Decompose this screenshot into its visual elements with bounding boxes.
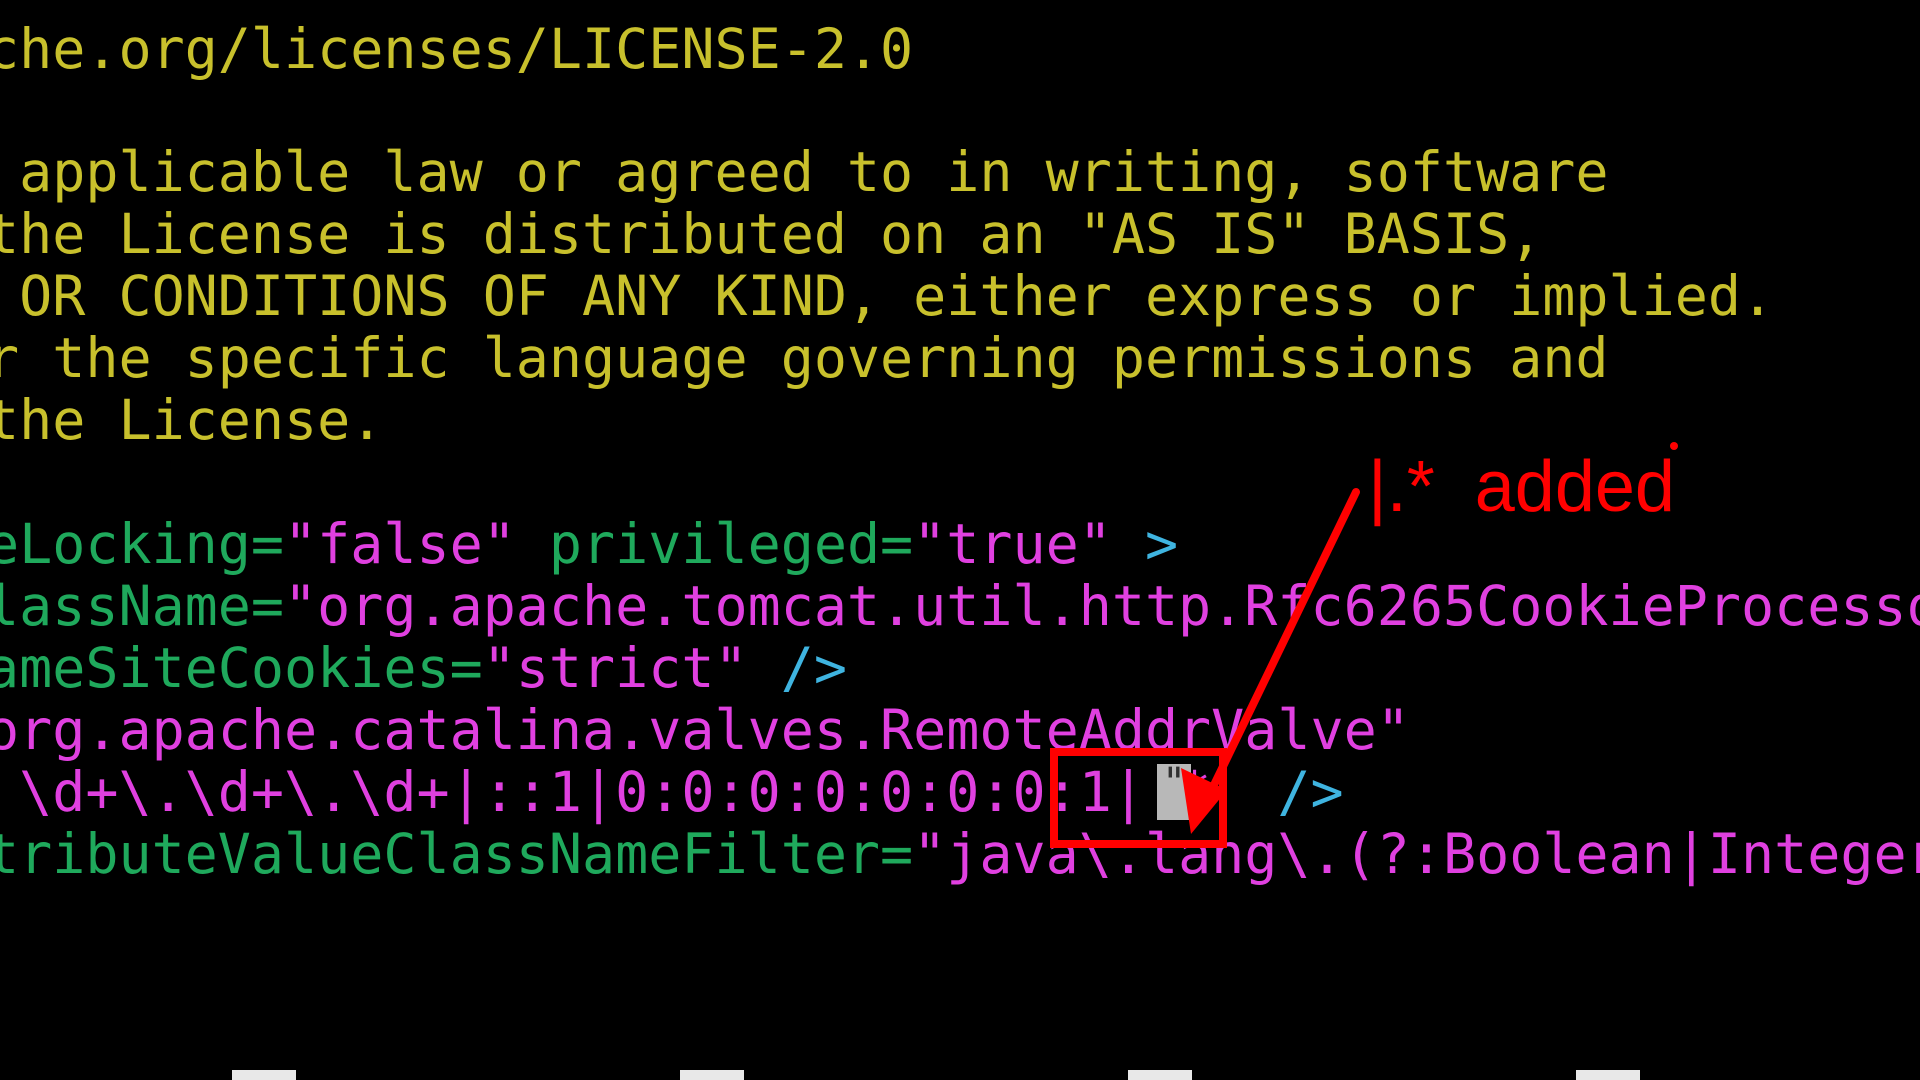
code-token-string: "true" xyxy=(913,512,1112,576)
code-token-tag: > xyxy=(1111,512,1179,576)
code-token-string xyxy=(1211,760,1277,824)
code-token-attribute: privileged= xyxy=(515,512,914,576)
taskbar-marker xyxy=(680,1070,744,1080)
code-token-attribute: tributeValueClassNameFilter= xyxy=(0,822,914,886)
annotation-dot xyxy=(1670,442,1678,450)
code-token-comment: che.org/licenses/LICENSE-2.0 xyxy=(0,17,914,81)
code-token-string: "strict" xyxy=(482,636,748,700)
code-token-comment: OR CONDITIONS OF ANY KIND, either expres… xyxy=(0,264,1775,328)
code-line: applicable law or agreed to in writing, … xyxy=(0,140,1609,204)
taskbar-marker xyxy=(1576,1070,1640,1080)
code-line: org.apache.catalina.valves.RemoteAddrVal… xyxy=(0,699,1410,761)
code-token-comment: applicable law or agreed to in writing, … xyxy=(0,140,1609,204)
taskbar-marker xyxy=(232,1070,296,1080)
code-token-string: "java\.lang\.(?:Boolean|Integer|L xyxy=(913,822,1920,886)
annotation-label: |.* added xyxy=(1368,447,1675,527)
code-token-comment: r the specific language governing permis… xyxy=(0,326,1609,390)
code-token-attribute: lassName= xyxy=(0,574,285,638)
code-token-string: org.apache.catalina.valves.RemoteAddrVal… xyxy=(0,698,1410,762)
code-token-string: \d+\.\d+\.\d+|::1|0:0:0:0:0:0:0:1|.* xyxy=(0,760,1212,824)
code-line: eLocking="false" privileged="true" > xyxy=(0,513,1178,575)
code-line: lassName="org.apache.tomcat.util.http.Rf… xyxy=(0,575,1920,637)
terminal-screen: che.org/licenses/LICENSE-2.0 applicable … xyxy=(0,0,1920,1080)
code-token-string: "false" xyxy=(284,512,516,576)
code-token-string: "org.apache.tomcat.util.http.Rfc6265Cook… xyxy=(284,574,1920,638)
taskbar-marker xyxy=(1128,1070,1192,1080)
code-line: ameSiteCookies="strict" /> xyxy=(0,637,847,699)
code-token-attribute: eLocking= xyxy=(0,512,285,576)
code-line: \d+\.\d+\.\d+|::1|0:0:0:0:0:0:0:1|.* /> xyxy=(0,761,1344,823)
code-token-attribute: ameSiteCookies= xyxy=(0,636,483,700)
code-token-tag: /> xyxy=(1277,760,1344,824)
code-line: tributeValueClassNameFilter="java\.lang\… xyxy=(0,823,1920,885)
code-token-comment: the License is distributed on an "AS IS"… xyxy=(0,202,1543,266)
code-line: OR CONDITIONS OF ANY KIND, either expres… xyxy=(0,265,1774,327)
code-token-tag: /> xyxy=(747,636,847,700)
code-line: the License. xyxy=(0,389,383,451)
code-token-comment: the License. xyxy=(0,388,384,452)
code-line: the License is distributed on an "AS IS"… xyxy=(0,203,1542,265)
cursor-character: " xyxy=(1161,760,1187,806)
code-line: r the specific language governing permis… xyxy=(0,327,1609,389)
code-line: che.org/licenses/LICENSE-2.0 xyxy=(0,18,913,80)
